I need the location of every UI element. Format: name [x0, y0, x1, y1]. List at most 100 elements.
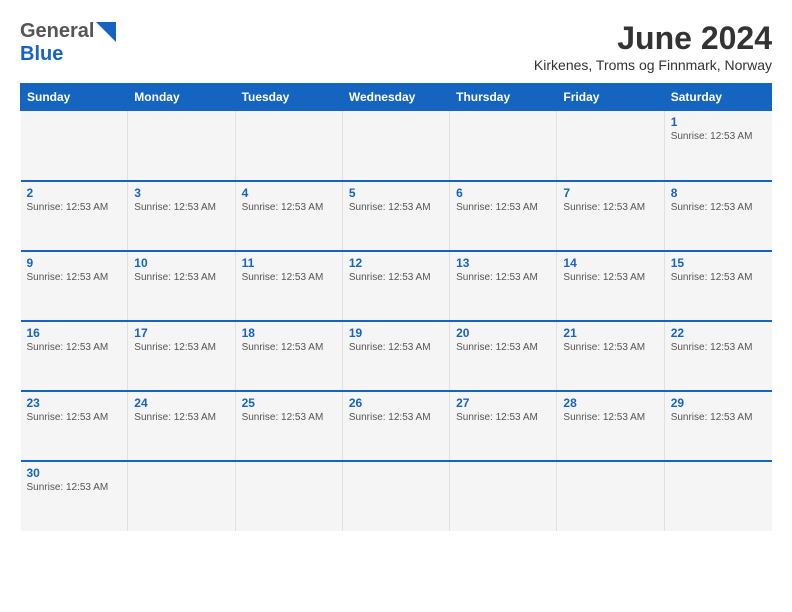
- calendar-cell: 5Sunrise: 12:53 AM: [342, 181, 449, 251]
- header: General Blue June 2024 Kirkenes, Troms o…: [20, 20, 772, 73]
- day-number: 8: [671, 186, 766, 200]
- calendar-week-2: 9 Sunrise: 12:53 AM 10 Sunrise: 12:53 AM 11 S…: [21, 251, 772, 321]
- sunrise-time: Sunrise: 12:53 AM: [671, 272, 766, 283]
- day-number: 24: [134, 396, 228, 410]
- location: Kirkenes, Troms og Finnmark, Norway: [534, 57, 772, 73]
- sunrise-time: Sunrise: 12:53 AM: [27, 412, 122, 423]
- calendar-cell: [128, 461, 235, 531]
- day-number: 10: [134, 256, 228, 270]
- calendar-cell: 7 Sunrise: 12:53 AM: [557, 181, 664, 251]
- day-number: 30: [27, 466, 122, 480]
- calendar-cell: 9 Sunrise: 12:53 AM: [21, 251, 128, 321]
- calendar-cell: 17Sunrise: 12:53 AM: [128, 321, 235, 391]
- sunrise-time: Sunrise: 12:53 AM: [671, 131, 766, 142]
- day-number: 2: [27, 186, 122, 200]
- day-number: 29: [671, 396, 766, 410]
- sunrise-time: Sunrise: 12:53 AM: [134, 412, 228, 423]
- day-number: 9: [27, 256, 122, 270]
- sunrise-time: Sunrise: 12:53 AM: [27, 342, 122, 353]
- calendar-week-1: 2Sunrise: 12:53 AM3Sunrise: 12:53 AM4Sun…: [21, 181, 772, 251]
- calendar-week-3: 16Sunrise: 12:53 AM17Sunrise: 12:53 AM18…: [21, 321, 772, 391]
- logo-triangle-icon: [96, 22, 116, 42]
- day-number: 13: [456, 256, 550, 270]
- logo: General Blue: [20, 20, 116, 66]
- sunrise-time: Sunrise: 12:53 AM: [456, 272, 550, 283]
- calendar-cell: 6 Sunrise: 12:53 AM: [450, 181, 557, 251]
- col-wednesday: Wednesday: [342, 84, 449, 111]
- calendar-cell: 16Sunrise: 12:53 AM: [21, 321, 128, 391]
- day-number: 18: [242, 326, 336, 340]
- calendar-cell: 11 Sunrise: 12:53 AM: [235, 251, 342, 321]
- logo-blue-text: Blue: [20, 43, 63, 66]
- calendar-cell: [342, 461, 449, 531]
- day-number: 14: [563, 256, 657, 270]
- calendar-cell: 29 Sunrise: 12:53 AM: [664, 391, 771, 461]
- calendar-cell: 23 Sunrise: 12:53 AM: [21, 391, 128, 461]
- calendar-cell: 26Sunrise: 12:53 AM: [342, 391, 449, 461]
- sunrise-time: Sunrise: 12:53 AM: [27, 482, 122, 493]
- sunrise-time: Sunrise: 12:53 AM: [563, 202, 657, 213]
- sunrise-time: Sunrise: 12:53 AM: [563, 272, 657, 283]
- col-monday: Monday: [128, 84, 235, 111]
- col-tuesday: Tuesday: [235, 84, 342, 111]
- day-number: 23: [27, 396, 122, 410]
- day-number: 3: [134, 186, 228, 200]
- day-number: 22: [671, 326, 766, 340]
- calendar-cell: 12Sunrise: 12:53 AM: [342, 251, 449, 321]
- sunrise-time: Sunrise: 12:53 AM: [671, 412, 766, 423]
- title-section: June 2024 Kirkenes, Troms og Finnmark, N…: [534, 20, 772, 73]
- sunrise-time: Sunrise: 12:53 AM: [349, 342, 443, 353]
- day-number: 11: [242, 256, 336, 270]
- day-number: 28: [563, 396, 657, 410]
- calendar-cell: 22Sunrise: 12:53 AM: [664, 321, 771, 391]
- calendar-cell: [235, 111, 342, 181]
- calendar-cell: 8Sunrise: 12:53 AM: [664, 181, 771, 251]
- calendar-week-4: 23 Sunrise: 12:53 AM 24 Sunrise: 12:53 AM 25…: [21, 391, 772, 461]
- calendar-cell: 27Sunrise: 12:53 AM: [450, 391, 557, 461]
- calendar-cell: [21, 111, 128, 181]
- calendar-cell: 3Sunrise: 12:53 AM: [128, 181, 235, 251]
- sunrise-time: Sunrise: 12:53 AM: [27, 272, 122, 283]
- calendar-cell: [664, 461, 771, 531]
- page: General Blue June 2024 Kirkenes, Troms o…: [0, 0, 792, 612]
- day-number: 1: [671, 115, 766, 129]
- day-number: 25: [242, 396, 336, 410]
- calendar-cell: [128, 111, 235, 181]
- sunrise-time: Sunrise: 12:53 AM: [242, 202, 336, 213]
- logo-general: General: [20, 20, 94, 43]
- calendar-cell: 4 Sunrise: 12:53 AM: [235, 181, 342, 251]
- sunrise-time: Sunrise: 12:53 AM: [242, 342, 336, 353]
- calendar-cell: [235, 461, 342, 531]
- sunrise-time: Sunrise: 12:53 AM: [242, 272, 336, 283]
- day-number: 4: [242, 186, 336, 200]
- sunrise-time: Sunrise: 12:53 AM: [563, 342, 657, 353]
- day-number: 7: [563, 186, 657, 200]
- calendar-cell: 19 Sunrise: 12:53 AM: [342, 321, 449, 391]
- sunrise-time: Sunrise: 12:53 AM: [134, 272, 228, 283]
- calendar-cell: 2 Sunrise: 12:53 AM: [21, 181, 128, 251]
- calendar-cell: 21Sunrise: 12:53 AM: [557, 321, 664, 391]
- day-number: 17: [134, 326, 228, 340]
- day-number: 5: [349, 186, 443, 200]
- calendar-cell: 25Sunrise: 12:53 AM: [235, 391, 342, 461]
- calendar-cell: 1 Sunrise: 12:53 AM: [664, 111, 771, 181]
- calendar-cell: [450, 461, 557, 531]
- calendar-body: 1Sunrise: 12:53 AM2Sunrise: 12:53 AM3Sun…: [21, 111, 772, 531]
- sunrise-time: Sunrise: 12:53 AM: [456, 202, 550, 213]
- day-number: 15: [671, 256, 766, 270]
- calendar-cell: 28 Sunrise: 12:53 AM: [557, 391, 664, 461]
- day-number: 20: [456, 326, 550, 340]
- sunrise-time: Sunrise: 12:53 AM: [349, 272, 443, 283]
- day-number: 19: [349, 326, 443, 340]
- calendar: Sunday Monday Tuesday Wednesday Thursday…: [20, 83, 772, 531]
- calendar-cell: 18 Sunrise: 12:53 AM: [235, 321, 342, 391]
- sunrise-time: Sunrise: 12:53 AM: [27, 202, 122, 213]
- day-number: 6: [456, 186, 550, 200]
- sunrise-time: Sunrise: 12:53 AM: [563, 412, 657, 423]
- col-sunday: Sunday: [21, 84, 128, 111]
- col-friday: Friday: [557, 84, 664, 111]
- calendar-cell: 24 Sunrise: 12:53 AM: [128, 391, 235, 461]
- day-number: 27: [456, 396, 550, 410]
- days-of-week-row: Sunday Monday Tuesday Wednesday Thursday…: [21, 84, 772, 111]
- calendar-cell: [450, 111, 557, 181]
